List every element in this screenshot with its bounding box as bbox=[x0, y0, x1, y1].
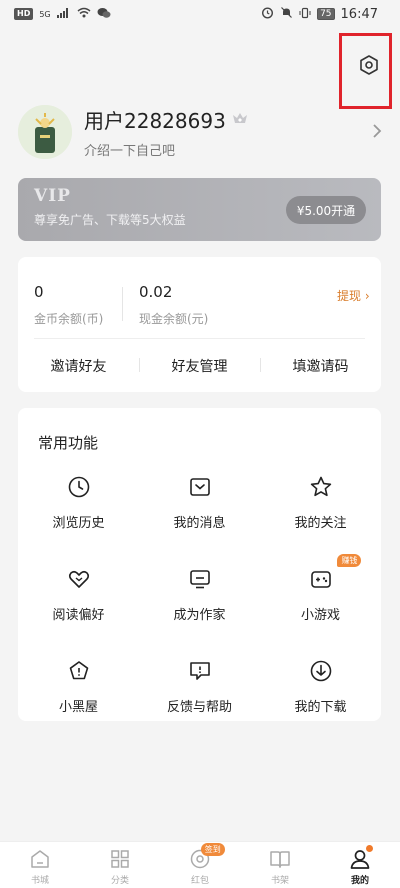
tab-mine[interactable]: 我的 bbox=[320, 842, 400, 888]
func-label: 小游戏 bbox=[300, 608, 340, 623]
common-functions-card: 常用功能 浏览历史 我的消息 我的关注 阅读偏好 成为作家 赚钱 小游戏 小黑屋… bbox=[18, 408, 381, 721]
status-left: HD 5G bbox=[14, 7, 111, 22]
feedback-icon bbox=[187, 658, 213, 684]
become-author-button[interactable]: 成为作家 bbox=[139, 560, 260, 652]
checkin-badge: 签到 bbox=[200, 843, 225, 856]
wallet-actions: 邀请好友 好友管理 填邀请码 bbox=[18, 339, 381, 392]
settings-highlight-box bbox=[339, 33, 392, 109]
cash-balance[interactable]: 0.02 现金余额(元) bbox=[139, 283, 208, 327]
function-grid: 浏览历史 我的消息 我的关注 阅读偏好 成为作家 赚钱 小游戏 小黑屋 反馈与帮… bbox=[18, 468, 381, 744]
feedback-help-button[interactable]: 反馈与帮助 bbox=[139, 652, 260, 744]
reading-preference-button[interactable]: 阅读偏好 bbox=[18, 560, 139, 652]
tab-label: 我的 bbox=[350, 876, 369, 886]
gamepad-icon bbox=[308, 566, 334, 592]
withdraw-link[interactable]: 提现 › bbox=[337, 287, 370, 304]
func-label: 我的下载 bbox=[294, 700, 347, 715]
monitor-icon bbox=[187, 566, 213, 592]
invite-friends-button[interactable]: 邀请好友 bbox=[18, 356, 139, 376]
mute-bell-icon bbox=[280, 6, 293, 22]
signal-icon bbox=[56, 7, 71, 21]
hd-badge: HD bbox=[14, 8, 34, 20]
pentagon-alert-icon bbox=[66, 658, 92, 684]
tab-label: 分类 bbox=[110, 876, 129, 886]
status-time: 16:47 bbox=[340, 6, 378, 22]
tab-label: 红包 bbox=[190, 876, 209, 886]
grid-icon bbox=[109, 848, 131, 870]
wallet-card: 0 金币余额(币) 0.02 现金余额(元) 提现 › 邀请好友 好友管理 填邀… bbox=[18, 257, 381, 392]
tab-label: 书城 bbox=[30, 876, 49, 886]
earn-badge: 赚钱 bbox=[337, 554, 362, 567]
my-downloads-button[interactable]: 我的下载 bbox=[260, 652, 381, 744]
section-title: 常用功能 bbox=[38, 434, 99, 452]
profile-bio: 介绍一下自己吧 bbox=[84, 144, 176, 159]
notification-dot bbox=[365, 845, 373, 852]
tab-category[interactable]: 分类 bbox=[80, 842, 160, 888]
tab-bookstore[interactable]: 书城 bbox=[0, 842, 80, 888]
tab-red-packet[interactable]: 签到 红包 bbox=[160, 842, 240, 888]
func-label: 阅读偏好 bbox=[52, 608, 105, 623]
clock-icon bbox=[66, 474, 92, 500]
signal-label: 5G bbox=[39, 9, 51, 19]
heart-icon bbox=[66, 566, 92, 592]
home-icon bbox=[29, 848, 51, 870]
browse-history-button[interactable]: 浏览历史 bbox=[18, 468, 139, 560]
coin-balance-label: 金币余额(币) bbox=[34, 312, 104, 326]
mini-games-button[interactable]: 赚钱 小游戏 bbox=[260, 554, 381, 652]
username: 用户22828693 bbox=[84, 109, 226, 133]
bottom-tab-bar: 书城 分类 签到 红包 书架 我的 bbox=[0, 841, 400, 888]
my-messages-button[interactable]: 我的消息 bbox=[139, 468, 260, 560]
download-icon bbox=[308, 658, 334, 684]
vip-open-button[interactable]: ¥5.00开通 bbox=[286, 196, 366, 224]
username-row: 用户22828693 bbox=[84, 105, 372, 134]
friend-management-button[interactable]: 好友管理 bbox=[139, 356, 260, 376]
wechat-icon bbox=[97, 7, 111, 22]
book-icon bbox=[269, 848, 291, 870]
chevron-right-icon bbox=[372, 120, 382, 145]
func-label: 反馈与帮助 bbox=[166, 700, 232, 715]
coin-balance[interactable]: 0 金币余额(币) bbox=[34, 283, 103, 327]
profile-row[interactable]: 用户22828693 介绍一下自己吧 bbox=[18, 102, 384, 162]
tab-bookshelf[interactable]: 书架 bbox=[240, 842, 320, 888]
func-label: 成为作家 bbox=[173, 608, 226, 623]
cash-balance-value: 0.02 bbox=[139, 283, 173, 301]
tab-label: 书架 bbox=[270, 876, 289, 886]
avatar[interactable] bbox=[18, 105, 72, 159]
enter-invite-code-button[interactable]: 填邀请码 bbox=[260, 356, 381, 376]
func-label: 浏览历史 bbox=[52, 516, 105, 531]
status-bar: HD 5G 75 16:47 bbox=[0, 0, 400, 28]
blacklist-button[interactable]: 小黑屋 bbox=[18, 652, 139, 744]
func-label: 我的消息 bbox=[173, 516, 226, 531]
vibrate-icon bbox=[299, 7, 311, 22]
func-label: 小黑屋 bbox=[58, 700, 98, 715]
cash-balance-label: 现金余额(元) bbox=[139, 312, 209, 326]
balance-divider bbox=[122, 287, 123, 321]
profile-info: 用户22828693 介绍一下自己吧 bbox=[84, 105, 372, 159]
status-right: 75 16:47 bbox=[261, 6, 378, 22]
coin-balance-value: 0 bbox=[34, 283, 44, 301]
message-box-icon bbox=[187, 474, 213, 500]
star-icon bbox=[308, 474, 334, 500]
wifi-icon bbox=[77, 7, 91, 21]
alarm-icon bbox=[261, 6, 274, 22]
func-label: 我的关注 bbox=[294, 516, 347, 531]
battery-indicator: 75 bbox=[317, 8, 335, 20]
crown-icon bbox=[232, 110, 248, 129]
vip-card[interactable]: VIP 尊享免广告、下载等5大权益 ¥5.00开通 bbox=[18, 178, 381, 241]
my-follows-button[interactable]: 我的关注 bbox=[260, 468, 381, 560]
